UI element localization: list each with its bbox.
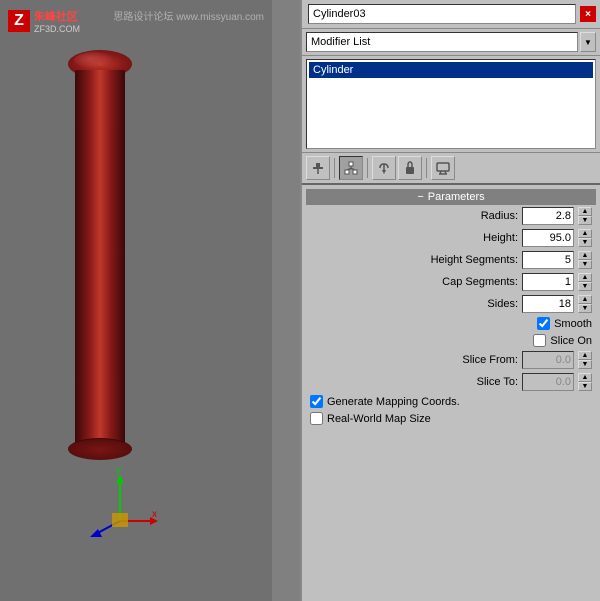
slice-from-label: Slice From: — [462, 354, 518, 366]
slice-to-up[interactable]: ▲ — [578, 373, 592, 382]
sides-down[interactable]: ▼ — [578, 304, 592, 313]
cap-segs-input[interactable] — [522, 273, 574, 291]
params-header[interactable]: − Parameters — [306, 189, 596, 205]
cylinder-body — [75, 70, 125, 450]
viewport-3d: Z 朱峰社区 ZF3D.COM 思路设计论坛 www.missyuan.com … — [0, 0, 272, 601]
sides-input[interactable] — [522, 295, 574, 313]
cap-segs-spinner: ▲ ▼ — [578, 273, 592, 291]
height-segs-down[interactable]: ▼ — [578, 260, 592, 269]
cylinder-highlight — [74, 52, 114, 68]
height-row: Height: ▲ ▼ — [306, 227, 596, 249]
smooth-label: Smooth — [554, 318, 592, 330]
link-button[interactable] — [372, 156, 396, 180]
smooth-checkbox[interactable] — [537, 317, 550, 330]
slice-on-row: Slice On — [306, 332, 596, 349]
params-collapse-btn[interactable]: − — [417, 191, 423, 203]
hierarchy-button[interactable] — [339, 156, 363, 180]
slice-from-row: Slice From: ▲ ▼ — [306, 349, 596, 371]
radius-label: Radius: — [481, 210, 518, 222]
generate-row: Generate Mapping Coords. — [306, 393, 596, 410]
realworld-checkbox[interactable] — [310, 412, 323, 425]
toolbar-sep-2 — [367, 158, 368, 178]
cylinder-bottom-cap — [68, 438, 132, 460]
object-name-input[interactable] — [308, 4, 576, 24]
slice-from-down[interactable]: ▼ — [578, 360, 592, 369]
radius-up[interactable]: ▲ — [578, 207, 592, 216]
logo-sub: ZF3D.COM — [34, 24, 80, 34]
smooth-row: Smooth — [306, 315, 596, 332]
modifier-stack: Cylinder — [306, 59, 596, 149]
stack-item-cylinder[interactable]: Cylinder — [309, 62, 593, 78]
logo-site: 朱峰社区 — [34, 8, 80, 24]
generate-checkbox[interactable] — [310, 395, 323, 408]
axis-widget: y x — [80, 461, 160, 541]
slice-on-checkbox[interactable] — [533, 334, 546, 347]
modifier-list-input[interactable] — [306, 32, 578, 52]
height-down[interactable]: ▼ — [578, 238, 592, 247]
watermark: 思路设计论坛 www.missyuan.com — [113, 8, 264, 23]
cap-segs-up[interactable]: ▲ — [578, 273, 592, 282]
modifier-list-arrow[interactable]: ▼ — [580, 32, 596, 52]
radius-input[interactable] — [522, 207, 574, 225]
height-input[interactable] — [522, 229, 574, 247]
slice-to-input[interactable] — [522, 373, 574, 391]
radius-down[interactable]: ▼ — [578, 216, 592, 225]
realworld-row: Real-World Map Size — [306, 410, 596, 427]
logo-z-icon: Z — [8, 10, 30, 32]
slice-on-label: Slice On — [550, 335, 592, 347]
height-segs-input[interactable] — [522, 251, 574, 269]
right-panel: × ▼ Cylinder — [300, 0, 600, 601]
sides-spinner: ▲ ▼ — [578, 295, 592, 313]
slice-to-row: Slice To: ▲ ▼ — [306, 371, 596, 393]
slice-to-spinner: ▲ ▼ — [578, 373, 592, 391]
realworld-label: Real-World Map Size — [327, 413, 431, 425]
params-section: − Parameters Radius: ▲ ▼ Height: ▲ ▼ Hei… — [306, 189, 596, 427]
params-title: Parameters — [428, 191, 485, 203]
slice-from-input[interactable] — [522, 351, 574, 369]
sides-up[interactable]: ▲ — [578, 295, 592, 304]
svg-text:y: y — [116, 465, 121, 476]
cap-segs-down[interactable]: ▼ — [578, 282, 592, 291]
slice-to-down[interactable]: ▼ — [578, 382, 592, 391]
slice-from-spinner: ▲ ▼ — [578, 351, 592, 369]
display-button[interactable] — [431, 156, 455, 180]
logo-area: Z 朱峰社区 ZF3D.COM — [8, 8, 80, 34]
height-segs-label: Height Segments: — [431, 254, 518, 266]
height-label: Height: — [483, 232, 518, 244]
generate-label: Generate Mapping Coords. — [327, 396, 460, 408]
cylinder-3d — [60, 40, 140, 500]
radius-row: Radius: ▲ ▼ — [306, 205, 596, 227]
height-segs-row: Height Segments: ▲ ▼ — [306, 249, 596, 271]
toolbar-sep-1 — [334, 158, 335, 178]
svg-text:x: x — [152, 509, 157, 520]
height-up[interactable]: ▲ — [578, 229, 592, 238]
cap-segs-row: Cap Segments: ▲ ▼ — [306, 271, 596, 293]
pin-button[interactable] — [306, 156, 330, 180]
height-spinner: ▲ ▼ — [578, 229, 592, 247]
sides-row: Sides: ▲ ▼ — [306, 293, 596, 315]
cap-segs-label: Cap Segments: — [442, 276, 518, 288]
radius-spinner: ▲ ▼ — [578, 207, 592, 225]
close-button[interactable]: × — [580, 6, 596, 22]
slice-from-up[interactable]: ▲ — [578, 351, 592, 360]
sides-label: Sides: — [487, 298, 518, 310]
toolbar-sep-3 — [426, 158, 427, 178]
modifier-toolbar — [302, 152, 600, 185]
height-segs-up[interactable]: ▲ — [578, 251, 592, 260]
modifier-list-row: ▼ — [302, 29, 600, 56]
title-bar: × — [302, 0, 600, 29]
lock-button[interactable] — [398, 156, 422, 180]
height-segs-spinner: ▲ ▼ — [578, 251, 592, 269]
slice-to-label: Slice To: — [477, 376, 518, 388]
